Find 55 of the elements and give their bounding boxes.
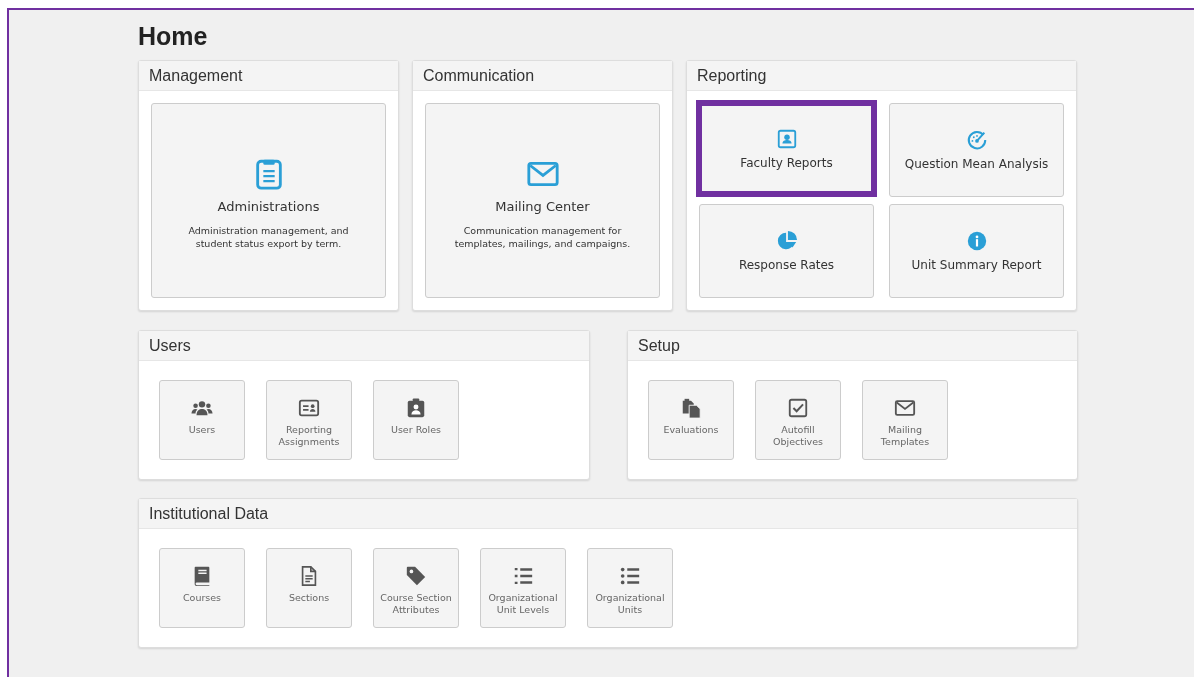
numbered-list-icon (512, 565, 534, 587)
tile-label: Course Section Attributes (379, 592, 453, 616)
tile[interactable]: Users (159, 380, 245, 460)
contact-card-icon (775, 127, 798, 150)
tile-label: Users (188, 424, 216, 436)
id-badge-icon (405, 397, 427, 419)
tile[interactable]: Sections (266, 548, 352, 628)
tile-label: Organizational Unit Levels (487, 592, 559, 616)
tile[interactable]: Organizational Unit Levels (480, 548, 566, 628)
gauge-icon (965, 129, 988, 151)
tile-label: Question Mean Analysis (904, 157, 1049, 171)
tile[interactable]: Reporting Assignments (266, 380, 352, 460)
envelope-icon (894, 397, 916, 419)
id-card-icon (298, 397, 320, 419)
tile-label: Unit Summary Report (911, 258, 1042, 272)
tile[interactable]: Faculty Reports (696, 100, 877, 197)
pie-chart-icon (775, 230, 798, 252)
tile-label: Evaluations (663, 424, 719, 436)
checkbox-icon (787, 397, 809, 419)
bullet-list-icon (619, 565, 641, 587)
tile-label: Autofill Objectives (772, 424, 824, 448)
panel-title: Management (139, 61, 398, 91)
tile[interactable]: Organizational Units (587, 548, 673, 628)
tile-label: Sections (288, 592, 330, 604)
tile-label: Response Rates (738, 258, 835, 272)
tile-label: Mailing Center (495, 199, 590, 214)
tile-label: Faculty Reports (740, 155, 833, 170)
tile[interactable]: Unit Summary Report (889, 204, 1064, 298)
tile-label: Reporting Assignments (277, 424, 341, 448)
tile[interactable]: Mailing Center Communication management for templates, mailings, and campaigns. (425, 103, 660, 298)
info-icon (965, 230, 988, 252)
tile[interactable]: Course Section Attributes (373, 548, 459, 628)
tile[interactable]: Response Rates (699, 204, 874, 298)
panel-title: Users (139, 331, 589, 361)
tile[interactable]: Autofill Objectives (755, 380, 841, 460)
panel-title: Institutional Data (139, 499, 1077, 529)
tile[interactable]: Administrations Administration management, and student status export by term. (151, 103, 386, 298)
panel-title: Communication (413, 61, 672, 91)
tile-label: Administrations (217, 199, 320, 214)
tag-icon (405, 565, 427, 587)
panel-title: Reporting (687, 61, 1076, 91)
tile[interactable]: Evaluations (648, 380, 734, 460)
tile[interactable]: Question Mean Analysis (889, 103, 1064, 197)
tile[interactable]: Courses (159, 548, 245, 628)
tile-label: Courses (182, 592, 222, 604)
tile-label: User Roles (390, 424, 442, 436)
tile-description: Administration management, and student status export by term. (187, 224, 350, 250)
tile[interactable]: Mailing Templates (862, 380, 948, 460)
tile-label: Organizational Units (594, 592, 666, 616)
panel-title: Setup (628, 331, 1077, 361)
page-title: Home (138, 21, 209, 47)
tile[interactable]: User Roles (373, 380, 459, 460)
tile-description: Communication management for templates, mailings, and campaigns. (453, 224, 632, 250)
copy-icon (680, 397, 702, 419)
tile-label: Mailing Templates (879, 424, 931, 448)
